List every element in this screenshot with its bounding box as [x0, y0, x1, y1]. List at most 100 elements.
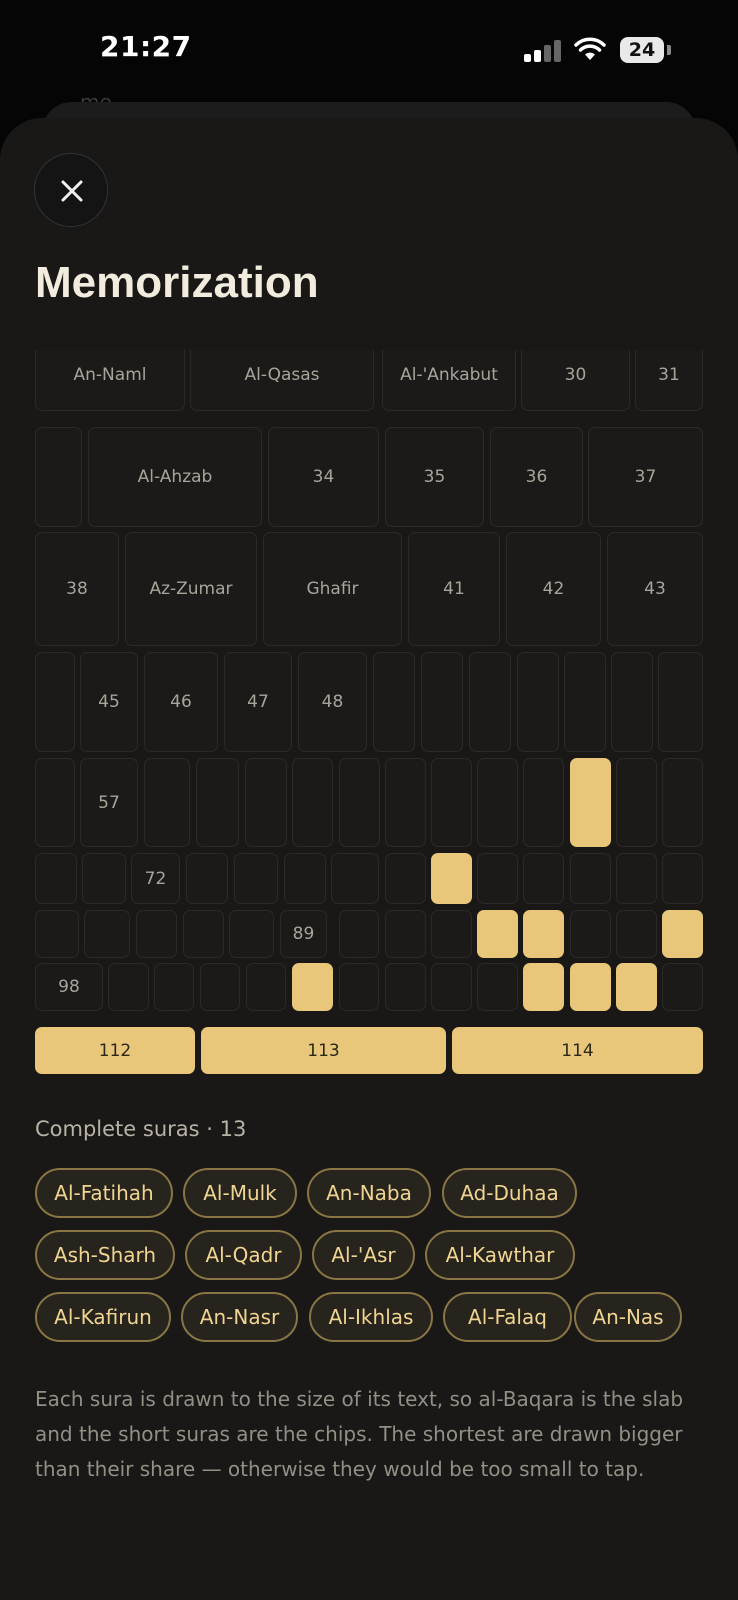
sura-tile[interactable]	[431, 758, 472, 847]
sura-tile[interactable]	[431, 853, 472, 904]
sura-chip[interactable]: Al-'Asr	[312, 1230, 415, 1280]
sura-tile[interactable]	[200, 963, 240, 1011]
sura-tile[interactable]	[517, 652, 559, 752]
sura-tile[interactable]	[658, 652, 703, 752]
sura-tile[interactable]: Ghafir	[263, 532, 402, 646]
sura-tile[interactable]: Al-Qasas	[190, 350, 374, 411]
sura-tile[interactable]	[662, 963, 703, 1011]
sura-tile[interactable]	[35, 853, 77, 904]
sura-tile[interactable]	[469, 652, 511, 752]
sura-tile[interactable]	[523, 963, 564, 1011]
sura-tile[interactable]	[616, 853, 657, 904]
sura-tile[interactable]: 48	[298, 652, 367, 752]
sura-tile[interactable]	[421, 652, 463, 752]
sura-tile[interactable]: 43	[607, 532, 703, 646]
sura-tile[interactable]	[477, 963, 518, 1011]
sura-tile[interactable]	[35, 758, 75, 847]
sura-tile[interactable]	[339, 963, 379, 1011]
sura-tile[interactable]	[616, 910, 657, 958]
sura-tile[interactable]	[284, 853, 326, 904]
sura-tile[interactable]: 98	[35, 963, 103, 1011]
sura-tile[interactable]	[662, 758, 703, 847]
sura-tile[interactable]: 46	[144, 652, 218, 752]
sura-tile[interactable]: Al-'Ankabut	[382, 350, 516, 411]
sura-tile[interactable]	[385, 910, 426, 958]
sura-tile[interactable]	[154, 963, 194, 1011]
sura-tile[interactable]	[245, 758, 287, 847]
sura-tile[interactable]	[431, 910, 472, 958]
sura-tile[interactable]	[385, 963, 426, 1011]
sura-tile[interactable]	[570, 963, 611, 1011]
sura-tile[interactable]	[431, 963, 472, 1011]
sura-tile[interactable]	[144, 758, 190, 847]
sura-tile[interactable]	[523, 853, 564, 904]
sura-tile[interactable]	[183, 910, 224, 958]
sura-tile[interactable]	[523, 910, 564, 958]
sura-tile[interactable]	[136, 910, 177, 958]
sura-tile[interactable]	[477, 910, 518, 958]
sura-tile[interactable]	[373, 652, 415, 752]
sura-tile[interactable]	[523, 758, 564, 847]
sura-tile[interactable]	[35, 910, 79, 958]
sura-chip[interactable]: Ad-Duhaa	[442, 1168, 577, 1218]
sura-tile[interactable]	[477, 758, 518, 847]
sura-tile[interactable]: 113	[201, 1027, 446, 1074]
sura-tile[interactable]	[234, 853, 278, 904]
sura-tile[interactable]	[616, 758, 657, 847]
sura-tile[interactable]	[385, 758, 426, 847]
sura-tile[interactable]	[570, 910, 611, 958]
sura-tile[interactable]	[292, 758, 333, 847]
sura-tile[interactable]	[35, 652, 75, 752]
sura-tile[interactable]	[477, 853, 518, 904]
close-button[interactable]	[34, 153, 108, 227]
sura-tile[interactable]: Al-Ahzab	[88, 427, 262, 527]
sura-tile[interactable]	[331, 853, 379, 904]
sura-tile[interactable]	[229, 910, 274, 958]
sura-tile[interactable]: 41	[408, 532, 500, 646]
sura-tile[interactable]: 42	[506, 532, 601, 646]
sura-chip[interactable]: Al-Falaq	[443, 1292, 572, 1342]
sura-tile[interactable]	[662, 853, 703, 904]
sura-tile[interactable]: 37	[588, 427, 703, 527]
sura-tile[interactable]	[564, 652, 606, 752]
sura-chip[interactable]: Al-Mulk	[183, 1168, 297, 1218]
sura-chip[interactable]: Al-Kafirun	[35, 1292, 171, 1342]
sura-tile[interactable]	[292, 963, 333, 1011]
sura-tile[interactable]: 34	[268, 427, 379, 527]
sura-chip[interactable]: An-Naba	[307, 1168, 431, 1218]
sura-tile[interactable]	[570, 758, 611, 847]
sura-tile[interactable]	[339, 758, 380, 847]
sura-tile[interactable]	[35, 427, 82, 527]
sura-tile[interactable]	[82, 853, 126, 904]
sura-chip[interactable]: Ash-Sharh	[35, 1230, 175, 1280]
sura-tile[interactable]: 35	[385, 427, 484, 527]
sura-tile[interactable]	[186, 853, 228, 904]
sura-chip[interactable]: Al-Qadr	[185, 1230, 302, 1280]
sura-tile[interactable]	[108, 963, 149, 1011]
sura-tile[interactable]: An-Naml	[35, 350, 185, 411]
sura-tile[interactable]	[570, 853, 611, 904]
sura-chip[interactable]: An-Nas	[574, 1292, 682, 1342]
sura-chip[interactable]: An-Nasr	[181, 1292, 298, 1342]
sura-chip[interactable]: Al-Kawthar	[425, 1230, 575, 1280]
sura-tile[interactable]: 112	[35, 1027, 195, 1074]
sura-tile[interactable]: 30	[521, 350, 630, 411]
sura-tile[interactable]	[246, 963, 286, 1011]
sura-tile[interactable]	[662, 910, 703, 958]
sura-tile[interactable]: 57	[80, 758, 138, 847]
sura-tile[interactable]: 31	[635, 350, 703, 411]
sura-tile[interactable]	[339, 910, 379, 958]
sura-tile[interactable]: 114	[452, 1027, 703, 1074]
sura-chip[interactable]: Al-Ikhlas	[309, 1292, 433, 1342]
sura-tile[interactable]: 36	[490, 427, 583, 527]
sura-tile[interactable]	[84, 910, 130, 958]
sura-tile[interactable]: 38	[35, 532, 119, 646]
sura-tile[interactable]: 47	[224, 652, 292, 752]
sura-tile[interactable]	[611, 652, 653, 752]
sura-tile[interactable]: 45	[80, 652, 138, 752]
sura-tile[interactable]: 72	[131, 853, 180, 904]
sura-tile[interactable]	[196, 758, 239, 847]
sura-tile[interactable]: 89	[280, 910, 327, 958]
sura-chip[interactable]: Al-Fatihah	[35, 1168, 173, 1218]
sura-tile[interactable]	[385, 853, 426, 904]
